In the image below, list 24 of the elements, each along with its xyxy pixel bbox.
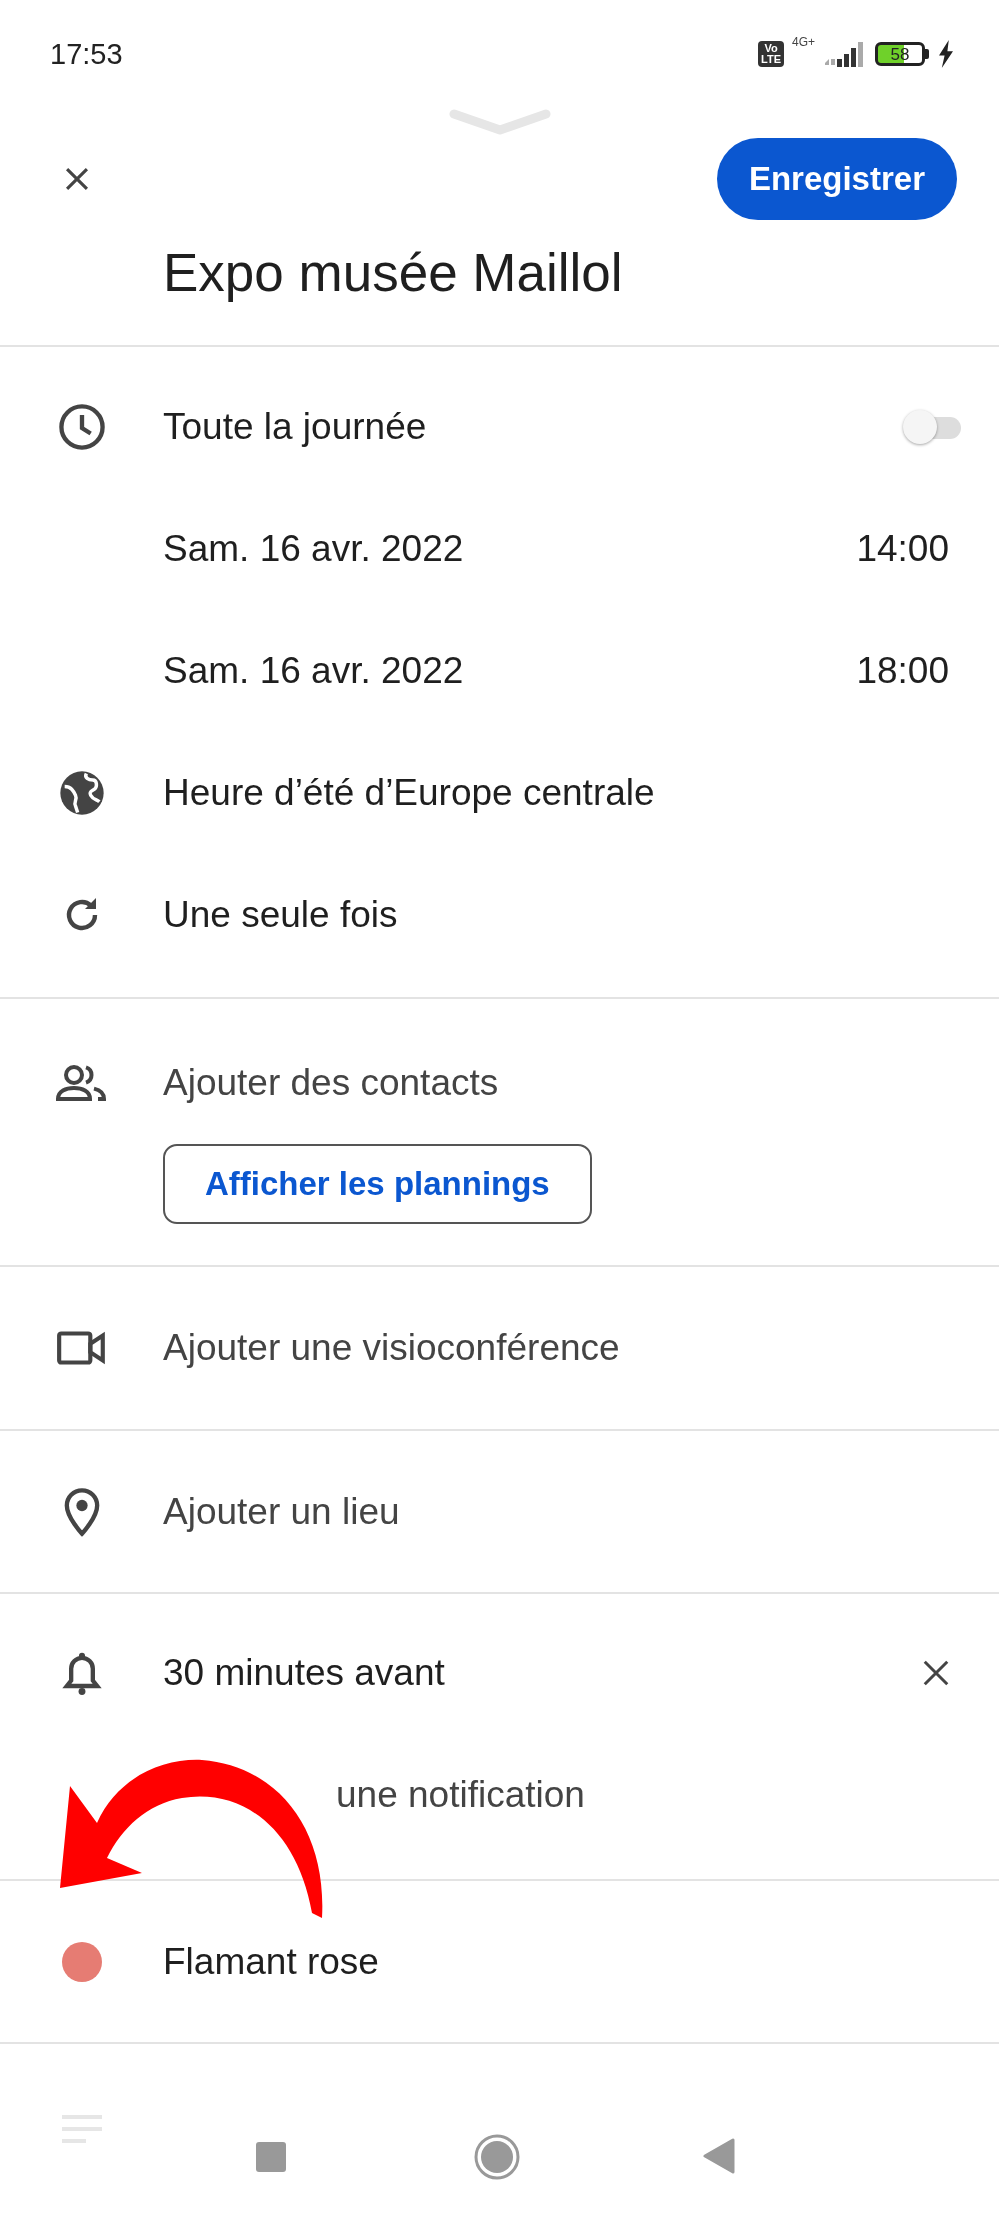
end-date[interactable]: Sam. 16 avr. 2022 [163, 650, 857, 692]
calendar-name[interactable]: Flamant rose [163, 1940, 999, 1983]
charging-icon [937, 40, 955, 68]
remove-icon[interactable] [921, 1658, 951, 1688]
volte-badge: Vo LTE [758, 41, 784, 67]
add-notification-option[interactable]: une notification [336, 1774, 585, 1816]
start-date[interactable]: Sam. 16 avr. 2022 [163, 528, 857, 570]
all-day-label: Toute la journée [163, 406, 428, 448]
view-schedules-button[interactable]: Afficher les plannings [163, 1144, 592, 1224]
end-time[interactable]: 18:00 [856, 650, 949, 692]
clock-time: 17:53 [50, 37, 124, 71]
event-title[interactable]: Expo musée Maillol [163, 233, 999, 345]
add-conference-option[interactable]: Ajouter une visioconférence [163, 1327, 999, 1369]
save-button[interactable]: Enregistrer [716, 137, 957, 220]
add-guests-option[interactable]: Ajouter des contacts [163, 1062, 999, 1104]
timezone-option[interactable]: Heure d’été d’Europe centrale [163, 772, 999, 814]
network-type: 4G+ [792, 35, 815, 49]
all-day-switch[interactable] [903, 410, 961, 444]
add-location-option[interactable]: Ajouter un lieu [163, 1490, 999, 1533]
home-icon[interactable] [473, 2133, 521, 2181]
recurrence-option[interactable]: Une seule fois [163, 894, 999, 936]
back-icon[interactable] [703, 2138, 735, 2174]
start-time[interactable]: 14:00 [856, 528, 949, 570]
notification-label[interactable]: 30 minutes avant [163, 1652, 921, 1694]
